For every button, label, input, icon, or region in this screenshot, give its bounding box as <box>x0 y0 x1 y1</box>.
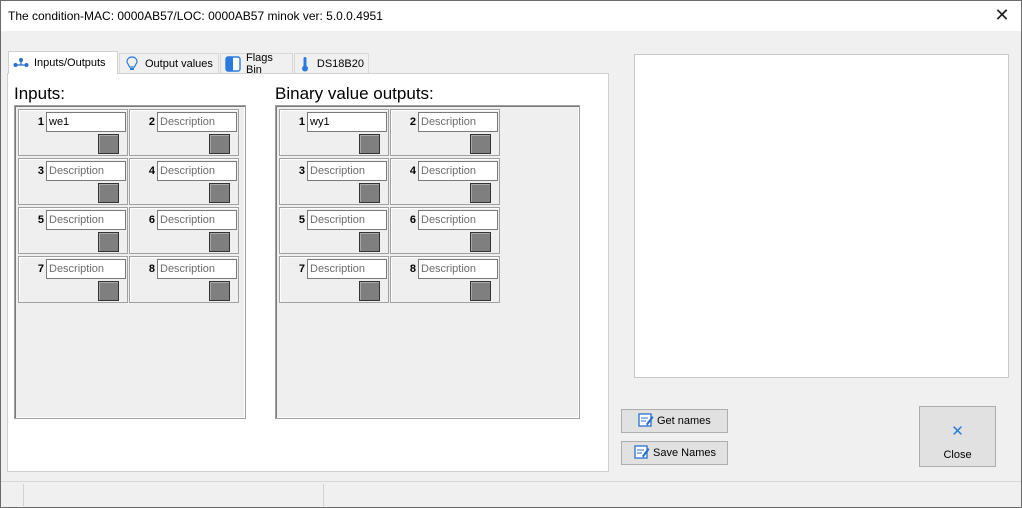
input-number: 2 <box>148 116 155 128</box>
window-close-icon[interactable]: ✕ <box>993 6 1011 24</box>
output-number: 7 <box>298 263 305 275</box>
input-cell-2: 2 <box>129 109 239 156</box>
input-number: 3 <box>37 165 44 177</box>
title-bar: The condition-MAC: 0000AB57/LOC: 0000AB5… <box>1 1 1021 31</box>
output-state-indicator[interactable] <box>470 134 491 154</box>
input-cell-4: 4 <box>129 158 239 205</box>
output-state-indicator[interactable] <box>470 281 491 301</box>
output-description-field[interactable] <box>418 259 498 279</box>
edit-form-icon <box>638 412 654 431</box>
input-cell-8: 8 <box>129 256 239 303</box>
thermometer-icon <box>299 56 312 72</box>
close-label: Close <box>943 449 972 461</box>
window-title: The condition-MAC: 0000AB57/LOC: 0000AB5… <box>8 9 383 23</box>
input-cell-6: 6 <box>129 207 239 254</box>
input-number: 4 <box>148 165 155 177</box>
output-state-indicator[interactable] <box>470 183 491 203</box>
output-cell-4: 4 <box>390 158 500 205</box>
tab-flags-bin[interactable]: Flags Bin <box>220 51 293 76</box>
output-description-field[interactable] <box>418 161 498 181</box>
input-cell-3: 3 <box>18 158 128 205</box>
input-number: 6 <box>148 214 155 226</box>
output-cell-2: 2 <box>390 109 500 156</box>
input-cell-1: 1 <box>18 109 128 156</box>
output-description-field[interactable] <box>418 112 498 132</box>
output-cell-3: 3 <box>279 158 389 205</box>
output-cell-1: 1 <box>279 109 389 156</box>
output-description-field[interactable] <box>418 210 498 230</box>
input-description-field[interactable] <box>46 210 126 230</box>
inputs-title: Inputs: <box>14 84 66 103</box>
input-description-field[interactable] <box>46 112 126 132</box>
output-state-indicator[interactable] <box>359 134 380 154</box>
input-state-indicator[interactable] <box>209 281 230 301</box>
input-description-field[interactable] <box>46 259 126 279</box>
output-number: 3 <box>298 165 305 177</box>
output-number: 1 <box>298 116 305 128</box>
status-divider <box>323 484 324 506</box>
output-cell-7: 7 <box>279 256 389 303</box>
input-number: 7 <box>37 263 44 275</box>
input-cell-7: 7 <box>18 256 128 303</box>
tab-label: Inputs/Outputs <box>34 57 106 69</box>
input-description-field[interactable] <box>157 112 237 132</box>
output-state-indicator[interactable] <box>359 281 380 301</box>
output-description-field[interactable] <box>307 259 387 279</box>
network-icon <box>13 55 29 71</box>
tab-label: Output values <box>145 57 213 70</box>
tab-label: DS18B20 <box>316 57 364 70</box>
input-number: 8 <box>148 263 155 275</box>
close-button[interactable]: ✕ Close <box>919 406 996 467</box>
input-description-field[interactable] <box>157 259 237 279</box>
main-window: The condition-MAC: 0000AB57/LOC: 0000AB5… <box>0 0 1022 508</box>
output-state-indicator[interactable] <box>470 232 491 252</box>
output-number: 5 <box>298 214 305 226</box>
flag-panel-icon <box>225 55 241 72</box>
output-cell-5: 5 <box>279 207 389 254</box>
status-bar <box>1 481 1021 507</box>
outputs-title: Binary value outputs: <box>275 84 434 103</box>
output-description-field[interactable] <box>307 161 387 181</box>
output-number: 2 <box>409 116 416 128</box>
lightbulb-icon <box>124 55 140 72</box>
status-divider <box>23 484 24 506</box>
input-state-indicator[interactable] <box>209 232 230 252</box>
output-state-indicator[interactable] <box>359 183 380 203</box>
input-state-indicator[interactable] <box>209 183 230 203</box>
get-names-button[interactable]: Get names <box>621 409 728 433</box>
close-icon: ✕ <box>951 423 964 440</box>
tab-ds18b20[interactable]: DS18B20 <box>294 53 369 73</box>
output-state-indicator[interactable] <box>359 232 380 252</box>
output-number: 8 <box>409 263 416 275</box>
output-number: 6 <box>409 214 416 226</box>
output-description-field[interactable] <box>307 112 387 132</box>
input-description-field[interactable] <box>157 161 237 181</box>
input-state-indicator[interactable] <box>209 134 230 154</box>
save-names-label: Save Names <box>653 447 716 459</box>
input-cell-5: 5 <box>18 207 128 254</box>
tab-inputs-outputs[interactable]: Inputs/Outputs <box>8 51 118 74</box>
save-form-icon <box>634 444 650 463</box>
input-number: 1 <box>37 116 44 128</box>
input-description-field[interactable] <box>157 210 237 230</box>
input-number: 5 <box>37 214 44 226</box>
tab-label: Flags Bin <box>246 51 273 76</box>
input-state-indicator[interactable] <box>98 134 119 154</box>
input-state-indicator[interactable] <box>98 183 119 203</box>
get-names-label: Get names <box>657 415 711 427</box>
output-number: 4 <box>409 165 416 177</box>
output-description-field[interactable] <box>307 210 387 230</box>
input-description-field[interactable] <box>46 161 126 181</box>
save-names-button[interactable]: Save Names <box>621 441 728 465</box>
output-cell-6: 6 <box>390 207 500 254</box>
tab-output-values[interactable]: Output values <box>119 53 219 73</box>
preview-panel <box>634 54 1009 378</box>
input-state-indicator[interactable] <box>98 232 119 252</box>
input-state-indicator[interactable] <box>98 281 119 301</box>
output-cell-8: 8 <box>390 256 500 303</box>
